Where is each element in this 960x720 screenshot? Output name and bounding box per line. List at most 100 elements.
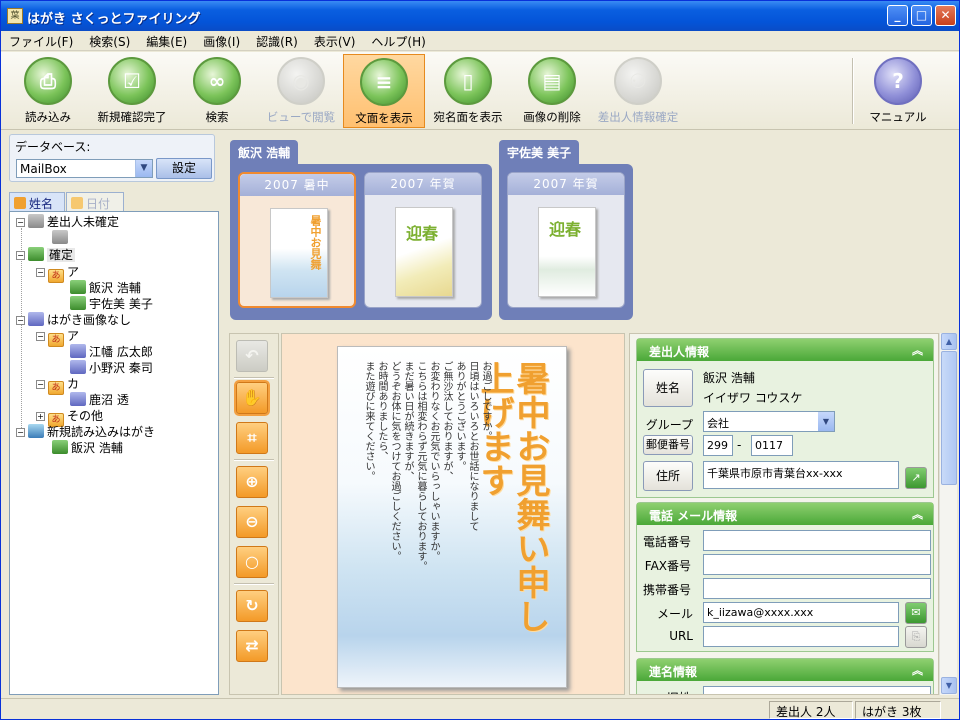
menu-view[interactable]: 表示(V) [306, 31, 364, 51]
tree-node-unconfirmed-item[interactable] [52, 230, 71, 246]
tree-node-group-ka[interactable]: − あカ [36, 376, 79, 395]
name-button[interactable]: 姓名 [643, 369, 693, 407]
url-field[interactable] [703, 626, 899, 647]
zoom-fit-icon[interactable]: ○ [236, 546, 268, 578]
joint-names-header[interactable]: 連名情報 ︽ [637, 659, 933, 681]
mail-field[interactable]: k_iizawa@xxxx.xxx [703, 602, 899, 623]
postcard-view[interactable]: 暑中お見舞い申し上げます お過ごしですか。 日頃はいろいろとお世話になりまして … [281, 333, 625, 695]
collapse-icon[interactable]: − [16, 316, 25, 325]
load-button[interactable]: ⎙ 読み込み [7, 54, 89, 128]
tree-node-person[interactable]: 飯沢 浩輔 [52, 440, 123, 456]
address-field[interactable]: 千葉県市原市青葉台xx-xxx [703, 461, 899, 489]
tree-node-other[interactable]: + あその他 [36, 408, 103, 427]
manual-button[interactable]: ? マニュアル [857, 54, 939, 128]
menu-search[interactable]: 検索(S) [81, 31, 138, 51]
expand-icon[interactable]: + [36, 412, 45, 421]
close-button[interactable]: ✕ [935, 5, 956, 26]
chevron-down-icon[interactable]: ▼ [818, 412, 834, 431]
title-bar[interactable]: 葉 はがき さくっとファイリング _ □ ✕ [1, 1, 959, 31]
collapse-icon[interactable]: − [36, 380, 45, 389]
tree-node-label: はがき画像なし [47, 313, 132, 327]
tree-node-person[interactable]: 小野沢 秦司 [70, 360, 153, 376]
tab-name[interactable]: 姓名 [9, 192, 65, 212]
flip-icon[interactable]: ⇄ [236, 630, 268, 662]
tree-node-no-image[interactable]: − はがき画像なし [16, 312, 131, 328]
group-select[interactable]: 会社 ▼ [703, 411, 835, 432]
database-label: データベース: [15, 140, 91, 154]
tree-node-person[interactable]: 鹿沼 透 [70, 392, 129, 408]
menu-file[interactable]: ファイル(F) [1, 31, 81, 51]
sender-info-header[interactable]: 差出人情報 ︽ [637, 339, 933, 361]
database-select[interactable]: MailBox ▼ [16, 159, 153, 178]
postcard-thumbnail-selected[interactable]: 2007 暑中 暑中お見舞 [238, 172, 356, 308]
tree-node-new-loaded[interactable]: − 新規読み込みはがき [16, 424, 155, 440]
send-mail-icon[interactable]: ✉ [905, 602, 927, 624]
show-address-side-button[interactable]: ▯ 宛名面を表示 [427, 54, 509, 128]
hand-tool-icon[interactable]: ✋ [236, 382, 268, 414]
open-url-icon[interactable]: ⎘ [905, 626, 927, 648]
mobile-field[interactable] [703, 578, 931, 599]
postal-code-second[interactable]: 0117 [751, 435, 793, 456]
maiden-name-field[interactable] [703, 686, 931, 694]
phone-field[interactable] [703, 530, 931, 551]
address-button[interactable]: 住所 [643, 461, 693, 491]
new-confirm-button[interactable]: ☑ 新規確認完了 [91, 54, 173, 128]
menu-bar: ファイル(F) 検索(S) 編集(E) 画像(I) 認識(R) 表示(V) ヘルプ(H) [1, 31, 959, 51]
maximize-button[interactable]: □ [911, 5, 932, 26]
collapse-caret-icon[interactable]: ︽ [912, 342, 923, 358]
collapse-caret-icon[interactable]: ︽ [912, 662, 923, 678]
contact-info-header[interactable]: 電話 メール情報 ︽ [637, 503, 933, 525]
thumb-new-year: 迎春 [549, 220, 582, 239]
tab-date[interactable]: 日付 [66, 192, 124, 212]
contact-info-title: 電話 メール情報 [649, 509, 738, 523]
search-button[interactable]: ∞ 検索 [176, 54, 258, 128]
postcard-thumbnail[interactable]: 2007 年賀 迎春 [364, 172, 482, 308]
rotate-icon[interactable]: ↻ [236, 590, 268, 622]
postal-code-button[interactable]: 郵便番号 [643, 435, 693, 455]
map-link-icon[interactable]: ↗ [905, 467, 927, 489]
search-label: 検索 [205, 110, 229, 124]
tree-node-group-a[interactable]: − あア [36, 328, 79, 347]
tree-node-person[interactable]: 江幡 広太郎 [70, 344, 153, 360]
crop-icon[interactable]: ⌗ [236, 422, 268, 454]
menu-recognize[interactable]: 認識(R) [248, 31, 306, 51]
zoom-in-icon[interactable]: ⊕ [236, 466, 268, 498]
info-panel-scrollbar[interactable]: ▲ ▼ [939, 333, 957, 695]
unconfirmed-card-icon [28, 214, 44, 228]
undo-icon[interactable]: ↶ [236, 340, 268, 372]
fax-field[interactable] [703, 554, 931, 575]
tree-node-label: 飯沢 浩輔 [71, 441, 123, 455]
collapse-icon[interactable]: − [36, 332, 45, 341]
collapse-icon[interactable]: − [16, 428, 25, 437]
collapse-icon[interactable]: − [16, 218, 25, 227]
tree-node-confirmed[interactable]: − 確定 [16, 247, 76, 263]
chevron-down-icon[interactable]: ▼ [135, 160, 152, 177]
minimize-button[interactable]: _ [887, 5, 908, 26]
preview-group-name[interactable]: 飯沢 浩輔 [230, 140, 299, 164]
scrollbar-thumb[interactable] [941, 351, 957, 485]
sender-info-section: 差出人情報 ︽ 姓名 飯沢 浩輔 イイザワ コウスケ グループ 会社 ▼ 郵便番号 … [636, 338, 934, 498]
menu-help[interactable]: ヘルプ(H) [363, 31, 433, 51]
tree-node-unconfirmed[interactable]: − 差出人未確定 [16, 214, 119, 230]
postal-code-first[interactable]: 299 [703, 435, 733, 456]
sender-confirm-button[interactable]: ⚇ 差出人情報確定 [595, 54, 681, 128]
database-panel: データベース: MailBox ▼ 設定 [9, 134, 215, 182]
tree-node-person[interactable]: 宇佐美 美子 [70, 296, 153, 312]
tree-node-group-a[interactable]: − あア [36, 264, 79, 283]
view-browse-button[interactable]: ◉ ビューで閲覧 [260, 54, 342, 128]
menu-edit[interactable]: 編集(E) [138, 31, 195, 51]
scroll-down-icon[interactable]: ▼ [941, 677, 957, 694]
collapse-icon[interactable]: − [36, 268, 45, 277]
menu-image[interactable]: 画像(I) [195, 31, 248, 51]
database-settings-button[interactable]: 設定 [156, 158, 212, 179]
scroll-up-icon[interactable]: ▲ [941, 333, 957, 350]
sender-tree[interactable]: − 差出人未確定 − 確定 − あア 飯沢 浩輔 宇佐美 美子 − はがき画像なし − あ… [9, 211, 219, 695]
collapse-icon[interactable]: − [16, 251, 25, 260]
collapse-caret-icon[interactable]: ︽ [912, 506, 923, 522]
postcard-thumbnail[interactable]: 2007 年賀 迎春 [507, 172, 625, 308]
preview-group-name[interactable]: 宇佐美 美子 [499, 140, 580, 164]
delete-image-button[interactable]: ▤ 画像の削除 [511, 54, 593, 128]
show-text-side-button[interactable]: ≡ 文面を表示 [343, 54, 425, 128]
zoom-out-icon[interactable]: ⊖ [236, 506, 268, 538]
tree-node-person[interactable]: 飯沢 浩輔 [70, 280, 141, 296]
